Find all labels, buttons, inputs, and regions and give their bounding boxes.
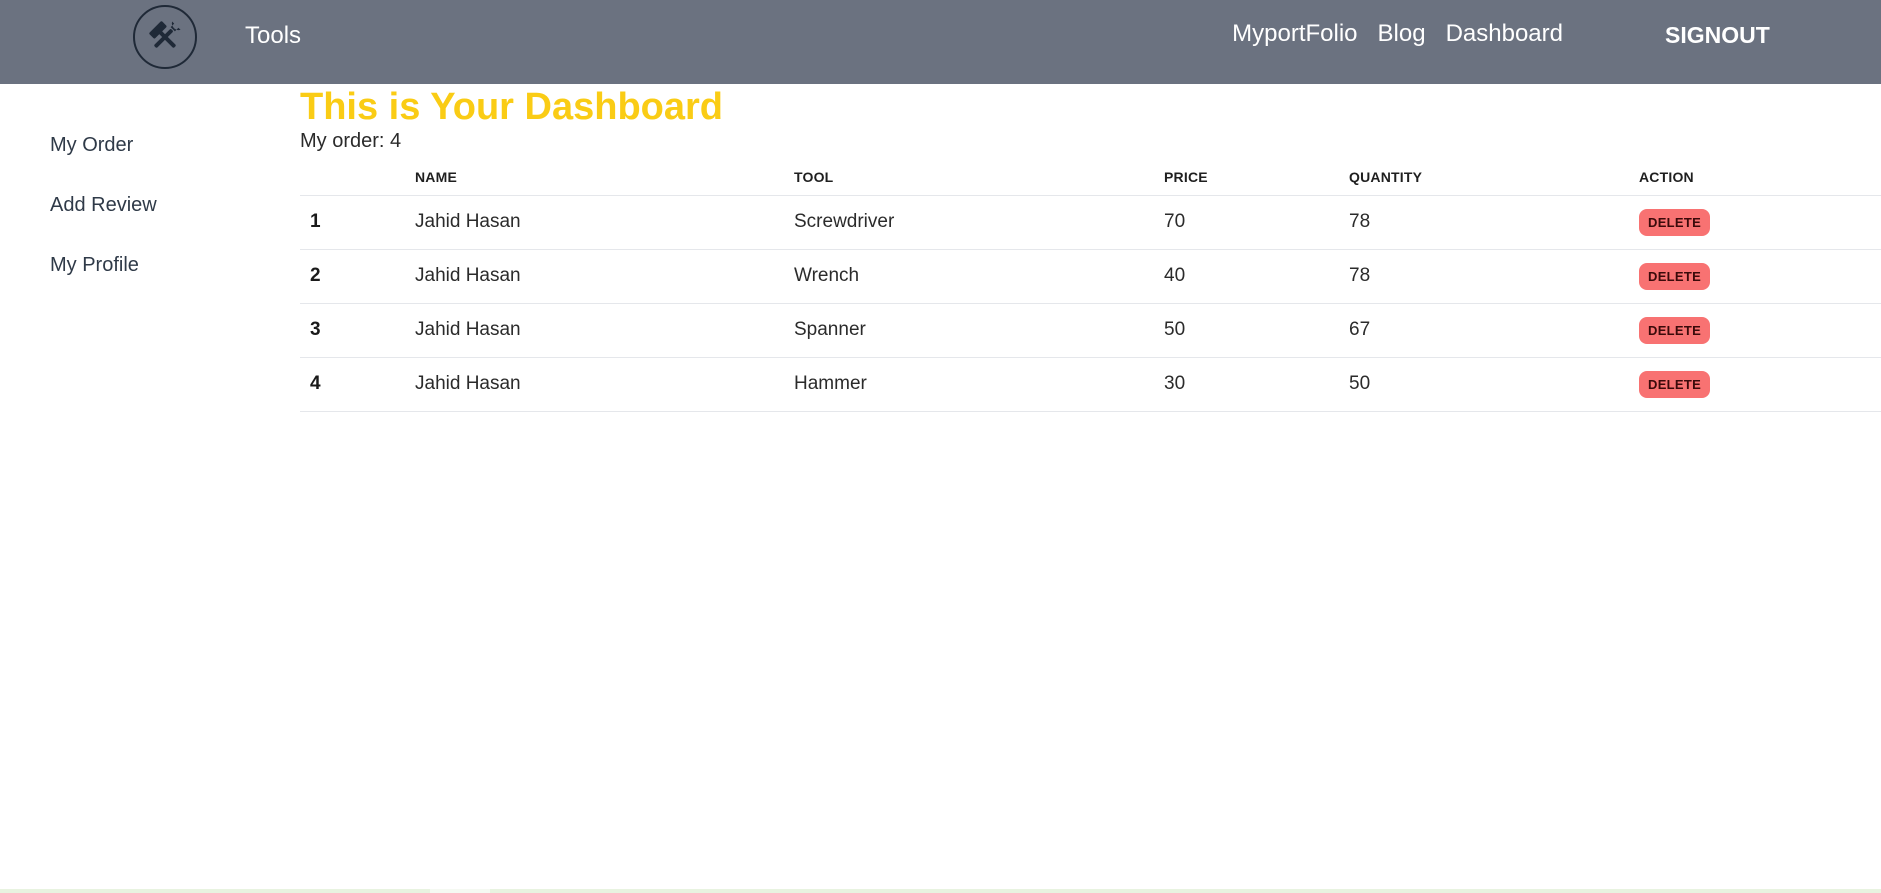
sidebar: My Order Add Review My Profile [0,84,300,893]
delete-button[interactable]: DELETE [1639,262,1711,290]
header-index [300,159,405,196]
sidebar-item-my-order[interactable]: My Order [50,134,133,157]
row-index: 3 [300,303,405,358]
delete-button[interactable]: DELETE [1639,208,1711,236]
table-row: 1 Jahid Hasan Screwdriver 70 78 DELETE [300,195,1881,250]
row-quantity: 67 [1339,303,1629,358]
row-price: 70 [1154,195,1339,250]
row-action: DELETE [1629,249,1881,304]
row-quantity: 78 [1339,195,1629,250]
row-name: Jahid Hasan [405,303,784,358]
nav-blog[interactable]: Blog [1378,20,1426,48]
row-quantity: 78 [1339,249,1629,304]
nav-links: MyportFolio Blog Dashboard [1212,20,1563,48]
signout-button[interactable]: SIGNOUT [1665,22,1770,49]
nav-myportfolio[interactable]: MyportFolio [1232,20,1357,48]
header-tool: TOOL [784,159,1154,196]
table-row: 3 Jahid Hasan Spanner 50 67 DELETE [300,303,1881,358]
row-price: 50 [1154,303,1339,358]
order-count: My order: 4 [300,130,402,152]
header-name: NAME [405,159,784,196]
table-row: 2 Jahid Hasan Wrench 40 78 DELETE [300,249,1881,304]
row-action: DELETE [1629,303,1881,358]
table-header-row: NAME TOOL PRICE QUANTITY ACTION [300,159,1881,196]
row-index: 1 [300,195,405,250]
delete-button[interactable]: DELETE [1639,316,1711,344]
row-name: Jahid Hasan [405,195,784,250]
row-action: DELETE [1629,357,1881,412]
row-tool: Spanner [784,303,1154,358]
brand-link[interactable]: Tools [245,22,301,50]
page-title: This is Your Dashboard [300,86,724,128]
row-quantity: 50 [1339,357,1629,412]
hammer-wrench-icon[interactable] [133,5,197,69]
table-row: 4 Jahid Hasan Hammer 30 50 DELETE [300,357,1881,412]
bottom-progress-bar [0,889,1881,893]
bottom-progress-segment [430,889,490,893]
top-navbar: Tools MyportFolio Blog Dashboard SIGNOUT [0,0,1881,84]
row-action: DELETE [1629,195,1881,250]
nav-dashboard[interactable]: Dashboard [1446,20,1563,48]
header-price: PRICE [1154,159,1339,196]
row-tool: Hammer [784,357,1154,412]
sidebar-item-my-profile[interactable]: My Profile [50,254,139,277]
orders-table: NAME TOOL PRICE QUANTITY ACTION 1 Jahid … [300,159,1881,412]
delete-button[interactable]: DELETE [1639,370,1711,398]
row-tool: Wrench [784,249,1154,304]
row-index: 2 [300,249,405,304]
row-name: Jahid Hasan [405,357,784,412]
row-tool: Screwdriver [784,195,1154,250]
row-price: 30 [1154,357,1339,412]
row-name: Jahid Hasan [405,249,784,304]
sidebar-item-add-review[interactable]: Add Review [50,194,157,217]
row-price: 40 [1154,249,1339,304]
header-action: ACTION [1629,159,1881,196]
row-index: 4 [300,357,405,412]
header-quantity: QUANTITY [1339,159,1629,196]
